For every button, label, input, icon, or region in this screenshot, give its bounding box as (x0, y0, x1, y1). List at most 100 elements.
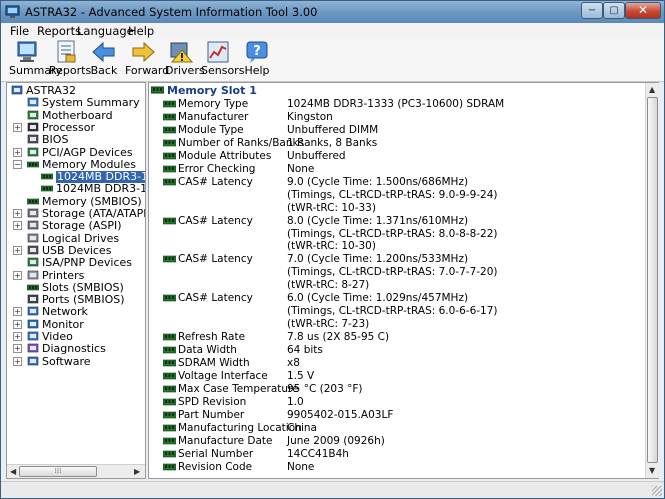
tree-item-label: Storage (ATA/ATAPI) (42, 207, 145, 220)
property-label: CAS# Latency (178, 292, 253, 305)
tree-item[interactable]: System Summary (7, 97, 145, 109)
tree-item[interactable]: + Monitor (7, 318, 145, 331)
tree-item[interactable]: + Storage (ASPI) (7, 220, 145, 232)
close-button[interactable]: ✕ (625, 2, 661, 19)
tree-item[interactable]: 1024MB DDR3-1333 (P (7, 171, 145, 184)
tree-item[interactable]: ISA/PNP Devices (7, 257, 145, 269)
tree-item[interactable]: + Storage (ATA/ATAPI) (7, 208, 145, 220)
tree-item[interactable]: Logical Drives (7, 232, 145, 245)
property-label: Memory Type (178, 98, 249, 110)
drivers-icon (170, 42, 194, 63)
port-icon (27, 294, 39, 304)
ram-property-icon (163, 139, 176, 147)
detail-vertical-scrollbar[interactable]: ▲ ▼ (645, 83, 659, 478)
scroll-up-icon[interactable]: ▲ (649, 85, 655, 94)
tree-item-label: 1024MB DDR3-1333 (P (56, 171, 145, 184)
tree-horizontal-scrollbar[interactable]: ◀ ⁞⁞⁞ ▶ (7, 464, 145, 478)
detail-row: (Timings, CL-tRCD-tRP-tRAS: 8.0-8-8-22) (163, 228, 643, 241)
detail-list: Memory Slot 1 Memory Type 1024MB DDR3-133… (149, 83, 645, 478)
property-value: (Timings, CL-tRCD-tRP-tRAS: 7.0-7-7-20) (287, 266, 498, 279)
property-label: Refresh Rate (178, 331, 246, 344)
detail-row: CAS# Latency 6.0 (Cycle Time: 1.029ns/457… (163, 292, 643, 305)
tree-item[interactable]: BIOS (7, 134, 145, 146)
property-label: Serial Number (178, 447, 254, 460)
property-label: Error Checking (178, 162, 256, 175)
expand-icon[interactable]: + (13, 221, 22, 231)
ram-property-icon (163, 152, 176, 160)
help-button[interactable]: ? Help (243, 40, 271, 80)
expand-icon[interactable]: + (13, 344, 22, 354)
vertical-scroll-thumb[interactable] (647, 97, 658, 463)
drivers-button[interactable]: Drivers (165, 40, 205, 80)
property-value: 1 Ranks, 8 Banks (287, 136, 378, 149)
menu-file[interactable]: File (10, 24, 29, 38)
property-label: CAS# Latency (178, 253, 253, 266)
title-bar[interactable]: ASTRA32 - Advanced System Information To… (1, 1, 664, 23)
menu-help[interactable]: Help (128, 24, 154, 38)
tree-item[interactable]: Memory (SMBIOS) (7, 195, 145, 208)
tree-item[interactable]: + PCI/AGP Devices (7, 146, 145, 159)
detail-row: (Timings, CL-tRCD-tRP-tRAS: 7.0-7-7-20) (163, 266, 643, 279)
tree-item[interactable]: Motherboard (7, 109, 145, 122)
summary-button[interactable]: Summary (9, 40, 62, 80)
ram-property-icon (163, 113, 176, 121)
expand-icon[interactable]: + (13, 319, 22, 329)
ram-property-icon (163, 294, 176, 302)
expand-icon[interactable]: + (13, 356, 22, 366)
expand-icon[interactable]: + (13, 209, 22, 218)
scroll-down-icon[interactable]: ▼ (649, 466, 655, 475)
expand-icon[interactable]: + (13, 332, 22, 341)
back-button[interactable]: Back (89, 40, 119, 80)
expand-icon[interactable]: + (13, 307, 22, 317)
tree-item[interactable]: + USB Devices (7, 244, 145, 257)
monitor-icon (27, 319, 39, 328)
menu-language[interactable]: Language (77, 24, 134, 38)
minimize-button[interactable]: − (581, 2, 603, 19)
tree-item[interactable]: − Memory Modules (7, 158, 145, 171)
detail-row: Voltage Interface 1.5 V (163, 370, 643, 383)
astra-app-icon (5, 5, 20, 18)
ram-icon (41, 173, 53, 180)
resize-grip-icon[interactable] (652, 486, 662, 496)
tree-item-label: ISA/PNP Devices (42, 256, 133, 270)
detail-row: (tWR-tRC: 10-33) (163, 202, 643, 215)
expand-icon[interactable]: + (13, 147, 22, 157)
tree-item[interactable]: 1024MB DDR3-1333 (P (7, 183, 145, 195)
ram-property-icon (163, 411, 176, 419)
card-icon (27, 147, 39, 156)
detail-row: Data Width 64 bits (163, 344, 643, 357)
expand-icon[interactable]: + (13, 122, 22, 132)
device-tree[interactable]: ASTRA32 System Summary Motherboard + Process… (7, 83, 145, 464)
property-value: 7.0 (Cycle Time: 1.200ns/533MHz) (287, 253, 469, 266)
tree-item-label: Network (42, 305, 88, 319)
tree-item[interactable]: ASTRA32 (7, 85, 145, 97)
detail-row: Part Number 9905402-015.A03LF (163, 409, 643, 422)
expand-icon[interactable]: + (13, 270, 22, 280)
collapse-icon[interactable]: − (13, 159, 22, 169)
forward-button[interactable]: Forward (125, 40, 169, 80)
card-icon (27, 257, 39, 267)
tree-item[interactable]: + Printers (7, 269, 145, 282)
menu-reports[interactable]: Reports (37, 24, 81, 38)
scroll-left-icon[interactable]: ◀ (10, 467, 16, 476)
tree-item[interactable]: Slots (SMBIOS) (7, 281, 145, 294)
property-value: (Timings, CL-tRCD-tRP-tRAS: 8.0-8-8-22) (287, 227, 498, 240)
sensors-button[interactable]: Sensors (201, 40, 244, 80)
horizontal-scroll-thumb[interactable]: ⁞⁞⁞ (19, 466, 97, 477)
tree-item[interactable]: + Diagnostics (7, 343, 145, 355)
tree-item[interactable]: Ports (SMBIOS) (7, 294, 145, 306)
tree-item[interactable]: + Video (7, 331, 145, 343)
tree-item[interactable]: + Software (7, 355, 145, 368)
tree-item[interactable]: + Processor (7, 121, 145, 134)
expand-icon[interactable]: + (13, 245, 22, 255)
detail-row: (tWR-tRC: 8-27) (163, 279, 643, 292)
reports-button[interactable]: Reports (49, 40, 91, 80)
detail-row: Module Type Unbuffered DIMM (163, 124, 643, 137)
tree-item[interactable]: + Network (7, 306, 145, 318)
property-value: (tWR-tRC: 10-33) (287, 201, 376, 214)
ram-property-icon (163, 437, 176, 444)
scroll-right-icon[interactable]: ▶ (134, 467, 140, 476)
ram-property-icon (163, 333, 176, 341)
maximize-button[interactable]: ▢ (603, 2, 625, 19)
tree-item-label: System Summary (42, 96, 140, 110)
